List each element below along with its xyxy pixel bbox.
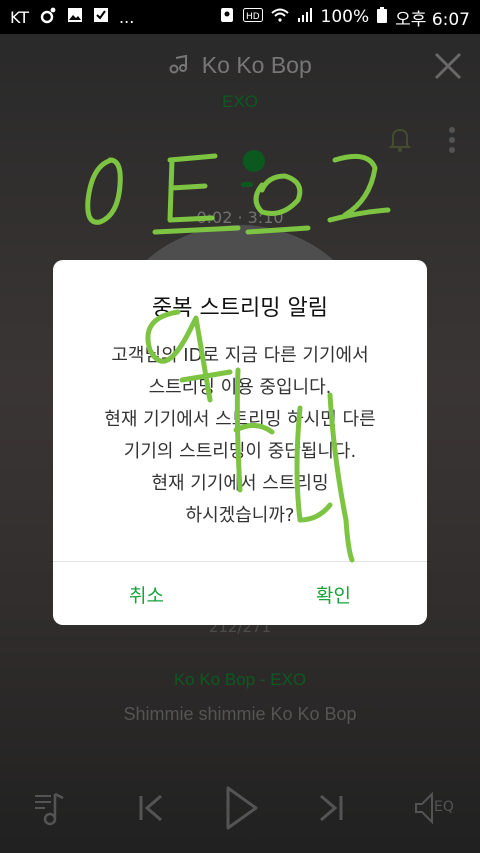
gallery-notification-icon: [67, 7, 83, 27]
confirm-button[interactable]: 확인: [240, 563, 427, 625]
battery-level: 100%: [320, 7, 370, 27]
carrier-label: KT: [10, 7, 30, 27]
dialog-title: 중복 스트리밍 알림: [152, 296, 328, 321]
message-line: 고객님의 ID로 지금 다른 기기에서: [111, 345, 369, 366]
message-line: 현재 기기에서 스트리밍 하시면 다른: [104, 409, 376, 430]
hd-voice-icon: HD: [242, 7, 263, 27]
dialog-divider: [53, 561, 427, 562]
message-line: 하시겠습니까?: [185, 505, 295, 526]
wifi-icon: [270, 7, 289, 27]
svg-text:HD: HD: [246, 12, 260, 22]
message-line: 현재 기기에서 스트리밍: [151, 473, 329, 494]
face-recognition-icon: [219, 7, 235, 28]
more-notifications: ...: [119, 7, 135, 27]
duplicate-streaming-dialog: 중복 스트리밍 알림 고객님의 ID로 지금 다른 기기에서 스트리밍 이용 중…: [53, 260, 427, 625]
battery-icon: [377, 6, 388, 28]
check-notification-icon: [93, 7, 109, 27]
music-notification-icon: [39, 6, 57, 28]
dialog-message: 고객님의 ID로 지금 다른 기기에서 스트리밍 이용 중입니다. 현재 기기에…: [73, 340, 407, 532]
message-line: 기기의 스트리밍이 중단됩니다.: [123, 441, 357, 462]
clock: 오후 6:07: [395, 9, 470, 30]
signal-icon: [297, 7, 313, 27]
status-bar: KT ... HD 100% 오후 6:07: [0, 0, 480, 34]
cancel-button[interactable]: 취소: [53, 563, 240, 625]
message-line: 스트리밍 이용 중입니다.: [148, 377, 332, 398]
